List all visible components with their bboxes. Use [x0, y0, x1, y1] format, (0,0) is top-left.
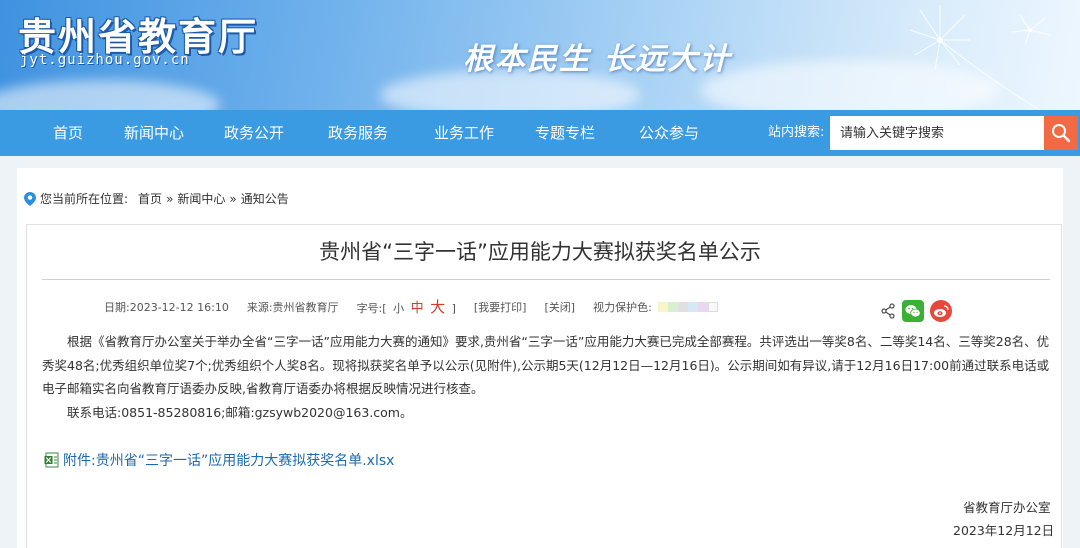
eye-color-swatch-purple[interactable] — [697, 301, 708, 312]
nav-item-topics[interactable]: 专题专栏 — [535, 110, 595, 156]
print-button[interactable]: [我要打印] — [474, 299, 527, 315]
font-size-small-button[interactable]: 小 — [393, 302, 404, 315]
font-size-label: 字号:[ — [356, 302, 387, 315]
breadcrumb-notice[interactable]: 通知公告 — [241, 190, 289, 207]
eye-color-swatch-yellow[interactable] — [657, 301, 668, 312]
wechat-icon — [905, 305, 921, 318]
font-size-end: ] — [451, 302, 456, 315]
weibo-icon — [934, 305, 949, 317]
search-input[interactable] — [830, 116, 1044, 150]
article-paragraph: 根据《省教育厅办公室关于举办全省“三字一话”应用能力大赛的通知》要求,贵州省“三… — [42, 334, 1050, 396]
article-date: 日期:2023-12-12 16:10 — [104, 300, 229, 314]
site-domain: jyt.guizhou.gov.cn — [20, 52, 190, 68]
nav-item-government-affairs[interactable]: 政务公开 — [224, 110, 284, 156]
article-source: 来源:贵州省教育厅 — [246, 300, 339, 314]
eye-color-swatch-green[interactable] — [667, 301, 678, 312]
location-pin-icon — [24, 191, 36, 206]
site-slogan: 根本民生 长远大计 — [463, 42, 732, 77]
search-icon — [1052, 124, 1071, 143]
search-button[interactable] — [1044, 116, 1078, 150]
eye-color-swatch-blue[interactable] — [687, 301, 698, 312]
font-size-medium-button[interactable]: 中 — [411, 301, 424, 316]
wechat-share-button[interactable] — [902, 300, 924, 322]
eye-protect-label: 视力保护色: — [593, 300, 652, 314]
breadcrumb-news[interactable]: 新闻中心 — [177, 190, 225, 207]
breadcrumb: 您当前所在位置: 首页 » 新闻中心 » 通知公告 — [24, 190, 289, 207]
nav-item-home[interactable]: 首页 — [53, 110, 83, 156]
dandelion-icon — [909, 5, 1051, 110]
share-icon[interactable] — [880, 303, 896, 319]
title-divider — [42, 279, 1050, 280]
font-size-large-button[interactable]: 大 — [430, 298, 445, 316]
signature-org: 省教育厅办公室 — [963, 500, 1051, 515]
search-label: 站内搜索: — [768, 125, 825, 140]
article-body: 根据《省教育厅办公室关于举办全省“三字一话”应用能力大赛的通知》要求,贵州省“三… — [42, 330, 1052, 424]
header-banner: 贵州省教育厅 jyt.guizhou.gov.cn 根本民生 长远大计 — [0, 0, 1080, 110]
attachment-label[interactable]: 附件:贵州省“三字一话”应用能力大赛拟获奖名单.xlsx — [63, 450, 394, 470]
attachment-link[interactable]: 附件:贵州省“三字一话”应用能力大赛拟获奖名单.xlsx — [44, 450, 394, 470]
breadcrumb-prefix: 您当前所在位置: — [40, 192, 129, 206]
breadcrumb-separator: » — [229, 191, 237, 206]
article-contact: 联系电话:0851-85280816;邮箱:gzsywb2020@163.com… — [67, 404, 413, 420]
close-button[interactable]: [关闭] — [544, 299, 575, 315]
nav-item-news[interactable]: 新闻中心 — [124, 110, 184, 156]
signature-date: 2023年12月12日 — [953, 523, 1055, 538]
nav-item-business[interactable]: 业务工作 — [434, 110, 494, 156]
breadcrumb-home[interactable]: 首页 — [138, 190, 162, 207]
eye-color-swatch-white[interactable] — [707, 301, 718, 312]
nav-item-public-participation[interactable]: 公众参与 — [639, 110, 699, 156]
cloud-decoration — [0, 80, 220, 110]
weibo-share-button[interactable] — [930, 300, 952, 322]
eye-color-swatch-gray[interactable] — [677, 301, 688, 312]
share-bar — [880, 300, 952, 322]
article-title: 贵州省“三字一话”应用能力大赛拟获奖名单公示 — [319, 240, 761, 264]
excel-file-icon — [44, 452, 59, 468]
breadcrumb-separator: » — [166, 191, 174, 206]
font-size-control: 字号:[ 小 中 大 ] — [357, 296, 456, 317]
article-meta: 日期:2023-12-12 16:10 来源:贵州省教育厅 字号:[ 小 中 大… — [104, 296, 718, 317]
nav-item-government-services[interactable]: 政务服务 — [328, 110, 388, 156]
